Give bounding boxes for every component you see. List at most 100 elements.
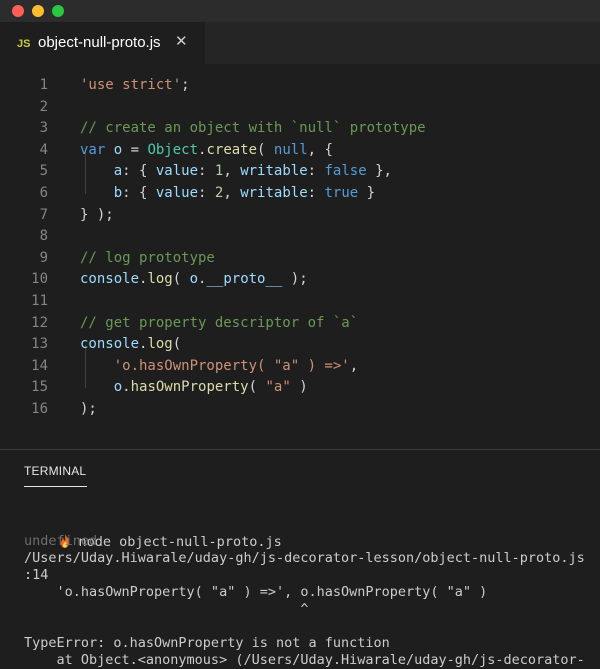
code-token: : bbox=[198, 185, 215, 201]
code-token: null bbox=[273, 141, 308, 158]
code-line[interactable]: 7 } ); bbox=[0, 205, 600, 227]
line-number: 11 bbox=[31, 293, 48, 309]
code-token: } bbox=[358, 185, 376, 201]
code-text: o.hasOwnProperty( "a" ) bbox=[80, 377, 308, 399]
terminal-output-line: :14 bbox=[24, 567, 49, 583]
code-text: 'o.hasOwnProperty( "a" ) =>', bbox=[80, 356, 358, 378]
code-token: : bbox=[198, 163, 215, 180]
code-token: // log prototype bbox=[80, 249, 215, 266]
code-token: create bbox=[206, 141, 258, 158]
code-token: o bbox=[189, 271, 199, 288]
code-token: , bbox=[223, 185, 241, 201]
code-token: __proto__ bbox=[206, 271, 283, 288]
code-text: } ); bbox=[80, 205, 114, 227]
terminal-panel[interactable]: TERMINAL node object-null-proto.js undef… bbox=[0, 450, 600, 668]
code-token: ) bbox=[290, 379, 308, 396]
code-token: 'use strict' bbox=[80, 77, 182, 93]
code-token: true bbox=[324, 185, 359, 201]
code-token: writable bbox=[240, 185, 308, 201]
code-line[interactable]: 6 b: { value: 2, writable: true } bbox=[0, 183, 600, 205]
close-window-button[interactable] bbox=[12, 5, 24, 17]
terminal-output-line: TypeError: o.hasOwnProperty is not a fun… bbox=[24, 635, 390, 651]
code-line[interactable]: 3 // create an object with `null` prototy… bbox=[0, 118, 600, 140]
code-token: ); bbox=[282, 271, 308, 288]
line-number: 6 bbox=[39, 185, 48, 201]
code-token: console bbox=[80, 336, 140, 353]
line-number: 3 bbox=[39, 120, 48, 137]
code-token: . bbox=[122, 379, 131, 396]
line-number: 12 bbox=[31, 314, 48, 331]
code-line[interactable]: 5 a: { value: 1, writable: false }, bbox=[0, 161, 600, 183]
code-line[interactable]: 2 bbox=[0, 97, 600, 119]
code-token: } ); bbox=[80, 206, 114, 223]
code-token: 'o.hasOwnProperty( "a" ) =>' bbox=[113, 357, 350, 374]
tab-label: object-null-proto.js bbox=[38, 34, 161, 51]
terminal-output-line: /Users/Uday.Hiwarale/uday-gh/js-decorato… bbox=[24, 550, 585, 566]
line-number: 16 bbox=[31, 401, 48, 417]
code-token: // get property descriptor of `a` bbox=[80, 314, 359, 331]
code-line[interactable]: 15 o.hasOwnProperty( "a" ) bbox=[0, 377, 600, 399]
javascript-file-icon: JS bbox=[17, 38, 31, 50]
code-token: false bbox=[324, 163, 367, 180]
code-line[interactable]: 1 'use strict'; bbox=[0, 75, 600, 97]
line-number: 9 bbox=[39, 249, 48, 266]
code-token: , { bbox=[307, 141, 333, 158]
code-token: log bbox=[147, 271, 173, 288]
code-text: a: { value: 1, writable: false }, bbox=[80, 161, 392, 183]
editor-tab-bar: JS object-null-proto.js ✕ bbox=[0, 22, 600, 64]
code-token: writable bbox=[240, 163, 308, 180]
code-text: console.log( bbox=[80, 334, 181, 356]
line-number: 7 bbox=[39, 206, 48, 223]
line-number: 4 bbox=[39, 141, 48, 158]
tab-terminal[interactable]: TERMINAL bbox=[24, 464, 86, 478]
code-line[interactable]: 10 console.log( o.__proto__ ); bbox=[0, 269, 600, 291]
code-token: ( bbox=[172, 336, 182, 353]
code-text: console.log( o.__proto__ ); bbox=[80, 269, 308, 291]
close-icon[interactable]: ✕ bbox=[175, 33, 188, 51]
code-text: var o = Object.create( null, { bbox=[80, 140, 333, 162]
code-line[interactable]: 12 // get property descriptor of `a` bbox=[0, 313, 600, 335]
terminal-output-line: 'o.hasOwnProperty( "a" ) =>', o.hasOwnPr… bbox=[24, 584, 488, 600]
line-number: 10 bbox=[31, 271, 48, 288]
code-line[interactable]: 11 bbox=[0, 291, 600, 313]
code-token: o bbox=[113, 141, 123, 158]
code-line[interactable]: 4 var o = Object.create( null, { bbox=[0, 140, 600, 162]
code-token: b bbox=[113, 185, 123, 201]
code-line[interactable]: 9 // log prototype bbox=[0, 248, 600, 270]
code-token: o bbox=[113, 379, 123, 396]
code-token: = bbox=[122, 141, 148, 158]
minimize-window-button[interactable] bbox=[32, 5, 44, 17]
terminal-output-line: at Object.<anonymous> (/Users/Uday.Hiwar… bbox=[24, 652, 585, 668]
line-number: 15 bbox=[31, 379, 48, 396]
code-line[interactable]: 14 'o.hasOwnProperty( "a" ) =>', bbox=[0, 356, 600, 378]
line-number: 14 bbox=[31, 357, 48, 374]
code-token: }, bbox=[366, 163, 392, 180]
maximize-window-button[interactable] bbox=[52, 5, 64, 17]
code-token: , bbox=[223, 163, 241, 180]
code-text: // get property descriptor of `a` bbox=[80, 313, 358, 335]
code-text: ); bbox=[80, 399, 97, 421]
code-token: , bbox=[349, 357, 359, 374]
code-line[interactable]: 8 bbox=[0, 226, 600, 248]
line-number: 13 bbox=[31, 336, 48, 353]
code-token: ; bbox=[181, 77, 190, 93]
code-token: : bbox=[307, 163, 325, 180]
code-text: // log prototype bbox=[80, 248, 215, 270]
window-titlebar bbox=[0, 0, 600, 22]
code-line[interactable]: 13 console.log( bbox=[0, 334, 600, 356]
code-token: : { bbox=[122, 185, 156, 201]
code-token: ); bbox=[80, 401, 97, 417]
line-number: 8 bbox=[39, 228, 48, 245]
code-token: ( bbox=[257, 141, 274, 158]
code-token: hasOwnProperty bbox=[130, 379, 249, 396]
code-line[interactable]: 16); bbox=[0, 399, 600, 421]
tab-object-null-proto[interactable]: JS object-null-proto.js ✕ bbox=[0, 22, 205, 64]
code-token: ( bbox=[172, 271, 190, 288]
terminal-output-line: ^ bbox=[24, 601, 309, 617]
code-token: console bbox=[80, 271, 140, 288]
code-editor[interactable]: 1 'use strict'; 2 3 // create an object with… bbox=[0, 64, 600, 449]
